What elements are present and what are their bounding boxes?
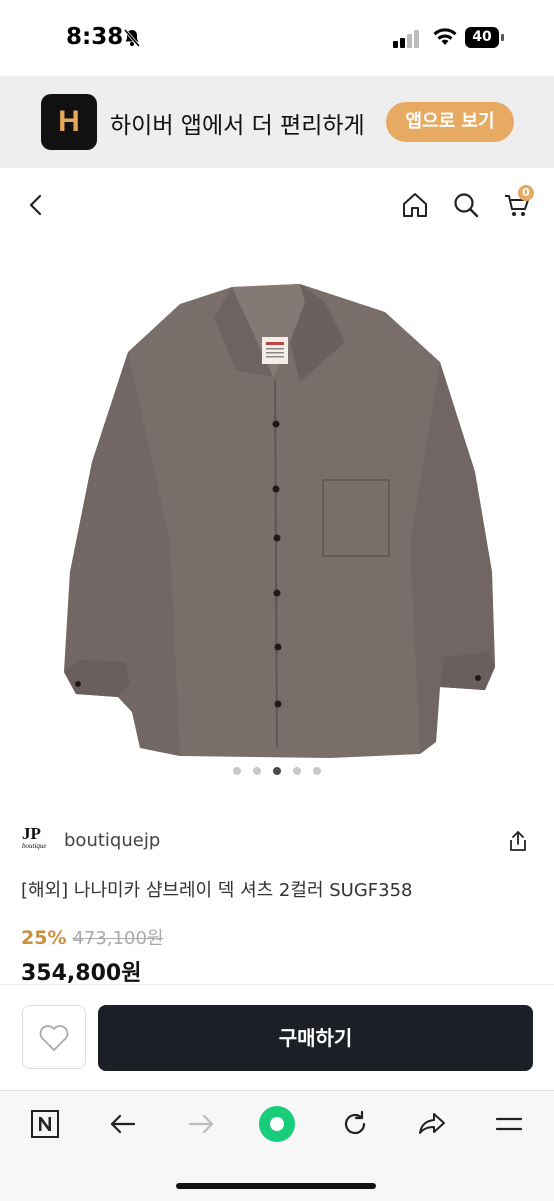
share-arrow-icon[interactable] bbox=[417, 1109, 447, 1139]
share-icon[interactable] bbox=[506, 828, 530, 854]
menu-icon[interactable] bbox=[494, 1109, 524, 1139]
discount-rate: 25% bbox=[21, 927, 67, 949]
app-logo: H bbox=[41, 94, 97, 150]
app-install-banner: H 하이버 앱에서 더 편리하게 앱으로 보기 bbox=[0, 76, 554, 168]
status-bar: 8:38 40 bbox=[0, 0, 554, 76]
pagination-dot[interactable] bbox=[253, 766, 261, 775]
signal-icon bbox=[393, 30, 423, 48]
discount-row: 25% 473,100원 bbox=[21, 924, 163, 950]
pagination-dot[interactable] bbox=[233, 766, 241, 775]
status-time: 8:38 bbox=[66, 24, 124, 50]
original-price: 473,100원 bbox=[72, 928, 164, 949]
final-price: 354,800원 bbox=[21, 961, 142, 986]
purchase-bar: 구매하기 bbox=[0, 984, 554, 1091]
battery-indicator: 40 bbox=[465, 27, 505, 48]
wishlist-button[interactable] bbox=[22, 1005, 86, 1069]
pagination-dot-active[interactable] bbox=[273, 766, 281, 775]
refresh-icon[interactable] bbox=[340, 1109, 370, 1139]
pagination-dot[interactable] bbox=[313, 766, 321, 775]
nav-header bbox=[0, 168, 554, 243]
banner-text: 하이버 앱에서 더 편리하게 bbox=[110, 113, 365, 139]
shirt-image bbox=[64, 284, 495, 758]
pagination-dot[interactable] bbox=[293, 766, 301, 775]
green-dot-icon[interactable] bbox=[258, 1105, 296, 1143]
search-icon[interactable] bbox=[451, 190, 481, 220]
forward-arrow-icon[interactable] bbox=[186, 1109, 216, 1139]
seller-name[interactable]: boutiquejp bbox=[64, 830, 160, 851]
cart-count-badge: 0 bbox=[518, 185, 534, 201]
gallery-pagination bbox=[0, 760, 554, 775]
wifi-icon bbox=[433, 28, 457, 45]
back-arrow-icon[interactable] bbox=[108, 1109, 138, 1139]
buy-button[interactable]: 구매하기 bbox=[98, 1005, 533, 1071]
bell-off-icon bbox=[123, 29, 141, 47]
back-icon[interactable] bbox=[22, 190, 52, 220]
product-title: [해외] 나나미카 샴브레이 덱 셔츠 2컬러 SUGF358 bbox=[21, 880, 413, 901]
seller-row[interactable]: JP boutique boutiquejp bbox=[22, 824, 534, 860]
home-icon[interactable] bbox=[400, 190, 430, 220]
heart-icon bbox=[39, 1025, 69, 1051]
product-image-gallery[interactable] bbox=[0, 242, 554, 798]
seller-logo[interactable]: JP boutique bbox=[22, 824, 54, 858]
naver-icon[interactable] bbox=[30, 1109, 60, 1139]
home-indicator bbox=[176, 1183, 376, 1189]
open-app-button[interactable]: 앱으로 보기 bbox=[386, 102, 514, 142]
